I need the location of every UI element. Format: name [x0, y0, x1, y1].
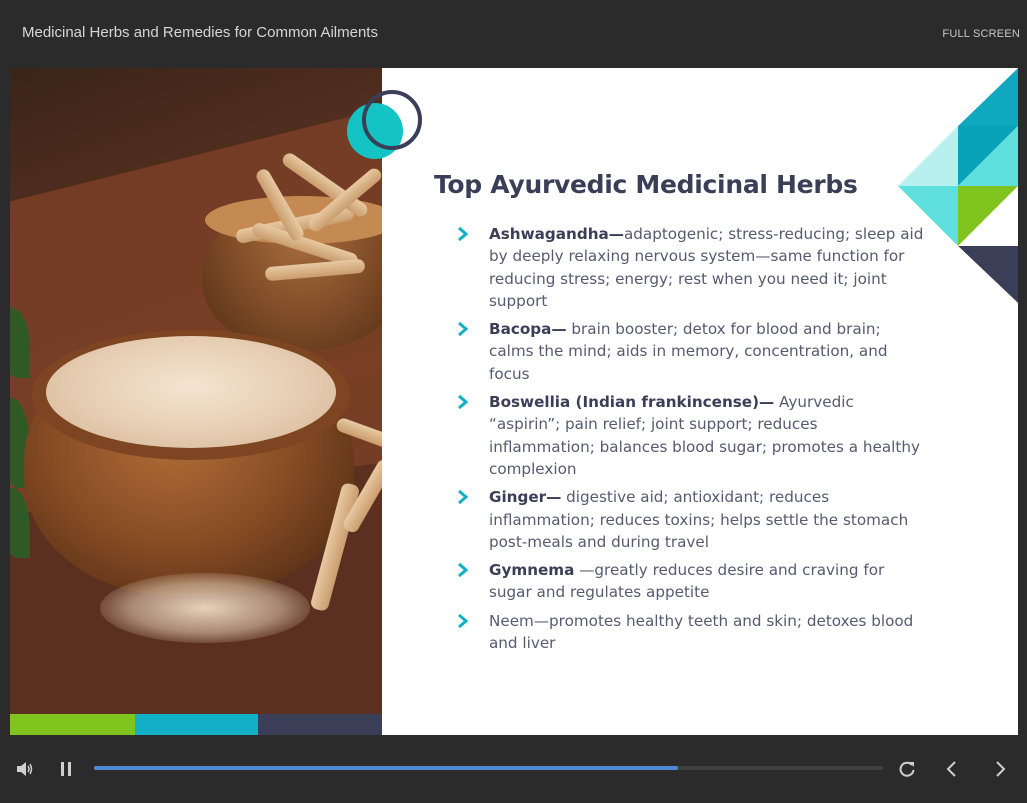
progress-fill [94, 766, 678, 770]
ashwagandha-powder-photo [10, 68, 382, 714]
chevron-right-icon [458, 490, 469, 505]
chevron-right-icon [458, 395, 469, 410]
list-item: Bacopa— brain booster; detox for blood a… [456, 318, 926, 385]
herb-description: Neem—promotes healthy teeth and skin; de… [489, 611, 914, 653]
list-item: Ginger— digestive aid; antioxidant; redu… [456, 486, 926, 553]
player-header: Medicinal Herbs and Remedies for Common … [0, 0, 1027, 68]
replay-icon[interactable] [897, 759, 917, 779]
herb-name: Gymnema [489, 561, 575, 580]
pause-icon[interactable] [58, 760, 74, 778]
progress-bar[interactable] [94, 766, 883, 770]
next-arrow-icon[interactable] [990, 759, 1010, 779]
list-item: Gymnema —greatly reduces desire and crav… [456, 559, 926, 604]
accent-bar-green [10, 714, 135, 735]
slide: Top Ayurvedic Medicinal Herbs Ashwagandh… [10, 68, 1018, 735]
player-controls [0, 735, 1027, 803]
prev-arrow-icon[interactable] [942, 759, 962, 779]
herb-name: Ginger— [489, 488, 562, 507]
herb-name: Bacopa— [489, 320, 567, 339]
chevron-right-icon [458, 227, 469, 241]
slide-title: Top Ayurvedic Medicinal Herbs [434, 170, 858, 199]
list-item: Boswellia (Indian frankincense)— Ayurved… [456, 391, 926, 480]
accent-bar-teal [135, 714, 258, 735]
course-title: Medicinal Herbs and Remedies for Common … [22, 24, 378, 41]
chevron-right-icon [458, 613, 469, 628]
herb-name: Ashwagandha— [489, 225, 624, 243]
fullscreen-button[interactable]: FULL SCREEN [942, 28, 1020, 40]
decor-circle-ring [362, 90, 422, 150]
accent-bar-navy [258, 714, 382, 735]
list-item: Neem—promotes healthy teeth and skin; de… [456, 610, 926, 655]
volume-icon[interactable] [15, 759, 35, 779]
chevron-right-icon [458, 322, 469, 337]
herb-list: Ashwagandha—adaptogenic; stress-reducing… [456, 223, 926, 660]
list-item: Ashwagandha—adaptogenic; stress-reducing… [456, 223, 926, 312]
chevron-right-icon [458, 563, 469, 578]
herb-name: Boswellia (Indian frankincense)— [489, 393, 775, 412]
